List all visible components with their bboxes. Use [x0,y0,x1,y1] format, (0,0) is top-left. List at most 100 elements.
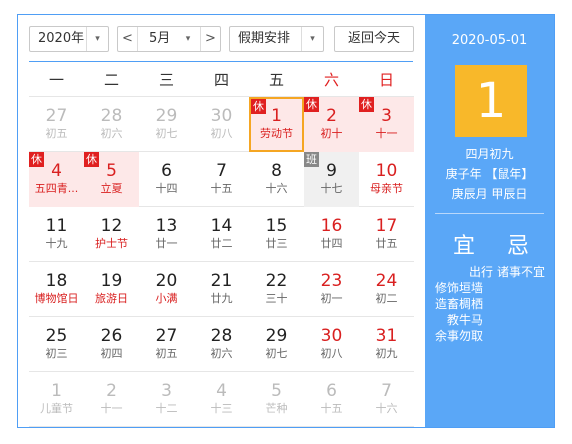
ganzhi-year: 庚子年 【鼠年】 [445,167,534,181]
day-number: 13 [155,216,178,236]
lunar-label: 初八 [320,347,343,360]
day-number: 11 [45,216,68,236]
date-cell[interactable]: 1 儿童节 [29,372,84,427]
date-cell[interactable]: 休 5 立夏 [84,152,139,207]
date-cell[interactable]: 4 十三 [194,372,249,427]
yi-label: 宜 [453,234,476,259]
lunar-label: 初二 [375,292,398,305]
day-number: 1 [51,381,62,401]
day-number: 21 [210,271,233,291]
date-cell[interactable]: 30 初八 [194,97,249,152]
date-cell[interactable]: 5 芒种 [249,372,304,427]
weekday-label: 一 [48,71,64,89]
date-cell[interactable]: 27 初五 [29,97,84,152]
day-number: 27 [155,326,178,346]
date-cell[interactable]: 25 初三 [29,317,84,372]
lunar-label: 小满 [155,292,178,305]
calendar-main: 2020年 ▾ < 5月 ▾ > 假期安排 ▾ 返回今天 一二三四五六日 27 初… [18,15,425,427]
date-cell[interactable]: 28 初六 [84,97,139,152]
prev-month-button[interactable]: < [118,27,138,51]
date-cell[interactable]: 3 十二 [139,372,194,427]
lunar-label: 初七 [155,127,178,140]
day-number: 26 [100,326,123,346]
weekday-label: 三 [158,71,174,89]
day-number: 6 [161,161,172,181]
date-cell[interactable]: 17 廿五 [359,207,414,262]
day-number: 24 [375,271,398,291]
yi-item: 余事勿取 [435,329,484,343]
date-cell[interactable]: 29 初七 [139,97,194,152]
lunar-label: 护士节 [95,237,128,250]
date-cell[interactable]: 8 十六 [249,152,304,207]
lunar-label: 十四 [155,182,178,195]
month-select[interactable]: < 5月 ▾ > [117,26,221,52]
year-select[interactable]: 2020年 ▾ [29,26,109,52]
lunar-label: 十七 [320,182,343,195]
date-cell[interactable]: 31 初九 [359,317,414,372]
date-cell[interactable]: 14 廿二 [194,207,249,262]
panel-divider [435,213,544,214]
date-cell[interactable]: 10 母亲节 [359,152,414,207]
date-cell[interactable]: 班 9 十七 [304,152,359,207]
date-cell[interactable]: 18 博物馆日 [29,262,84,317]
day-number: 28 [210,326,233,346]
date-cell[interactable]: 19 旅游日 [84,262,139,317]
date-cell[interactable]: 29 初七 [249,317,304,372]
date-cell[interactable]: 休 2 初十 [304,97,359,152]
date-cell[interactable]: 11 十九 [29,207,84,262]
day-number: 30 [320,326,343,346]
lunar-label: 初八 [210,127,233,140]
date-cell[interactable]: 16 廿四 [304,207,359,262]
day-number: 27 [45,106,68,126]
toolbar: 2020年 ▾ < 5月 ▾ > 假期安排 ▾ 返回今天 [18,15,425,63]
date-cell[interactable]: 23 初一 [304,262,359,317]
day-number: 14 [210,216,233,236]
lunar-label: 母亲节 [370,182,403,195]
day-number: 2 [326,106,337,126]
year-value: 2020年 [38,31,85,46]
detail-panel: 2020-05-01 1 四月初九 庚子年 【鼠年】 庚辰月 甲辰日 宜 忌 出… [425,15,554,427]
lunar-label: 初七 [265,347,288,360]
date-cell[interactable]: 30 初八 [304,317,359,372]
day-number: 4 [216,381,227,401]
ji-item: 诸事不宜 [497,265,546,279]
date-cell[interactable]: 7 十六 [359,372,414,427]
ganzhi-month-day: 庚辰月 甲辰日 [451,187,528,201]
back-to-today-button[interactable]: 返回今天 [334,26,414,52]
lunar-label: 初六 [210,347,233,360]
date-cell[interactable]: 休 1 劳动节 [249,97,304,152]
date-cell[interactable]: 22 三十 [249,262,304,317]
day-number: 19 [100,271,123,291]
next-month-button[interactable]: > [200,27,220,51]
date-cell[interactable]: 27 初五 [139,317,194,372]
date-cell[interactable]: 12 护士节 [84,207,139,262]
day-number: 29 [265,326,288,346]
day-number: 17 [375,216,398,236]
date-cell[interactable]: 15 廿三 [249,207,304,262]
lunar-label: 廿五 [375,237,398,250]
chevron-down-icon: ▾ [86,27,108,51]
lunar-label: 十二 [155,402,178,415]
weekday-label: 六 [323,71,339,89]
date-cell[interactable]: 6 十五 [304,372,359,427]
date-cell[interactable]: 休 4 五四青... [29,152,84,207]
date-cell[interactable]: 21 廿九 [194,262,249,317]
date-cell[interactable]: 24 初二 [359,262,414,317]
lunar-label: 廿三 [265,237,288,250]
day-number: 25 [45,326,68,346]
lunar-label: 立夏 [100,182,123,195]
date-cell[interactable]: 26 初四 [84,317,139,372]
day-number: 1 [271,106,282,126]
day-number: 10 [375,161,398,181]
chevron-down-icon: ▾ [185,34,191,44]
date-cell[interactable]: 休 3 十一 [359,97,414,152]
date-cell[interactable]: 28 初六 [194,317,249,372]
date-cell[interactable]: 13 廿一 [139,207,194,262]
date-cell[interactable]: 7 十五 [194,152,249,207]
lunar-label: 初九 [375,347,398,360]
holiday-select[interactable]: 假期安排 ▾ [229,26,324,52]
date-cell[interactable]: 2 十一 [84,372,139,427]
day-number: 2 [106,381,117,401]
date-cell[interactable]: 20 小满 [139,262,194,317]
date-cell[interactable]: 6 十四 [139,152,194,207]
